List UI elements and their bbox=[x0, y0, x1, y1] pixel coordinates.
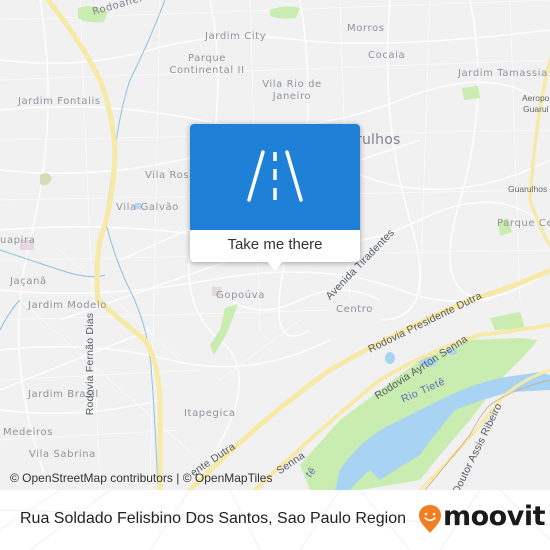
location-title: Rua Soldado Felisbino Dos Santos, Sao Pa… bbox=[20, 510, 407, 527]
moovit-logo[interactable]: moovit bbox=[418, 501, 546, 534]
popup-pointer bbox=[267, 261, 283, 271]
place-label-vila-sabrina: Vila Sabrina bbox=[29, 449, 96, 460]
place-label-centro: Centro bbox=[336, 304, 374, 315]
moovit-pin-smile-icon bbox=[419, 505, 441, 533]
place-label-jardim-city: Jardim City bbox=[205, 31, 267, 42]
place-label-jardim-modelo: Jardim Modelo bbox=[28, 300, 108, 311]
place-label-medeiros: Medeiros bbox=[3, 427, 54, 438]
take-me-there-popup[interactable]: Take me there bbox=[190, 124, 360, 271]
place-label-vila-rosa: Vila Rosa bbox=[145, 170, 196, 181]
place-label-jardim-tamassia: Jardim Tamassia bbox=[458, 68, 548, 79]
footer-bar: Rua Soldado Felisbino Dos Santos, Sao Pa… bbox=[0, 490, 550, 550]
place-label-aeroporto-line2: Guarul bbox=[523, 104, 549, 114]
map-canvas[interactable]: Rodoanel Má Jardim City Parque Continent… bbox=[0, 0, 550, 490]
place-label-gopouva: Gopoúva bbox=[216, 290, 265, 301]
place-label-parque-continental: Parque Continental II bbox=[162, 54, 252, 76]
place-label-morros: Morros bbox=[347, 23, 385, 34]
moovit-wordmark: moovit bbox=[443, 501, 546, 532]
place-label-parque-continental-line1: Parque bbox=[187, 53, 227, 64]
place-label-jardim-fontalis: Jardim Fontalis bbox=[18, 96, 101, 107]
place-label-cocaia: Cocaia bbox=[368, 50, 406, 61]
place-label-parque-continental-line2: Continental II bbox=[169, 65, 245, 76]
city-label-guarulhos: rulhos bbox=[356, 132, 401, 148]
place-label-parque-cecap: Parque Ce bbox=[497, 218, 550, 229]
place-label-aeroporto-line1: Aeropo bbox=[522, 93, 550, 103]
place-label-guapira: uapira bbox=[0, 235, 36, 246]
small-park bbox=[40, 173, 52, 186]
map-attribution[interactable]: © OpenStreetMap contributors | © OpenMap… bbox=[10, 471, 272, 485]
road-icon bbox=[247, 150, 303, 202]
place-label-vila-galvao: Vila Galvão bbox=[116, 202, 179, 213]
popup-header[interactable] bbox=[190, 124, 360, 230]
take-me-there-button[interactable]: Take me there bbox=[190, 236, 360, 253]
place-label-vila-rio-line1: Vila Rio de bbox=[262, 79, 322, 90]
place-label-itapegica: Itapegica bbox=[184, 408, 236, 419]
road-label-fernao-dias: Rodovia Fernão Dias bbox=[83, 312, 96, 416]
place-label-vila-rio-de-janeiro: Vila Rio de Janeiro bbox=[252, 80, 332, 102]
place-label-guarulhos-station: Guarulhos bbox=[508, 184, 548, 194]
place-label-jacana: Jaçanã bbox=[10, 276, 47, 287]
place-label-vila-rio-line2: Janeiro bbox=[272, 91, 312, 102]
